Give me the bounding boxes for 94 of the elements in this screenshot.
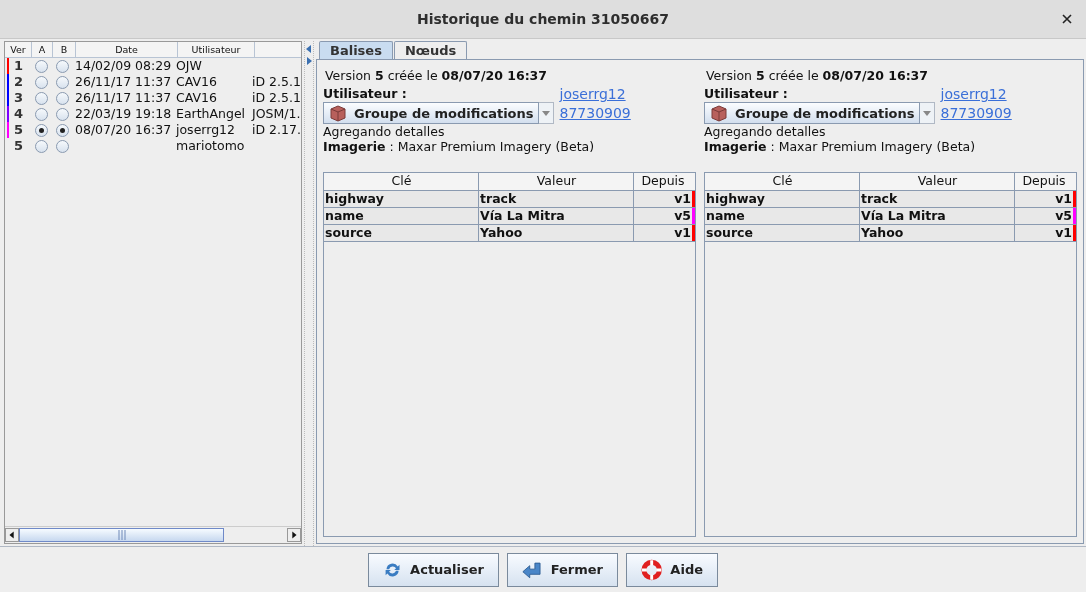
user-name: CAV16 [176, 74, 217, 89]
column-header[interactable] [255, 42, 301, 58]
radio-button[interactable] [34, 139, 48, 153]
column-header[interactable]: Valeur [860, 173, 1015, 190]
radio-button[interactable] [55, 123, 69, 137]
tag-version: v1 [1055, 191, 1072, 206]
client-text: JOSM/1. [252, 106, 301, 121]
column-header[interactable]: Ver [5, 42, 32, 58]
column-header[interactable]: Depuis [1015, 173, 1076, 190]
column-header[interactable]: Valeur [479, 173, 634, 190]
dialog-button[interactable]: Fermer [507, 552, 618, 587]
version-number: 4 [13, 106, 24, 121]
radio-button[interactable] [34, 123, 48, 137]
date-text: 08/07/20 16:37 [75, 122, 172, 137]
user-name: CAV16 [176, 90, 217, 105]
user-label: Utilisateur : [323, 86, 408, 101]
version-number: 5 [13, 122, 24, 137]
tag-key: source [325, 225, 372, 240]
tag-value: track [480, 191, 517, 206]
close-icon[interactable] [1062, 14, 1072, 24]
expand-right-icon[interactable] [306, 57, 312, 65]
radio-button[interactable] [55, 107, 69, 121]
tag-value: Yahoo [480, 225, 523, 240]
tag-key: highway [706, 191, 765, 206]
date-text: 14/02/09 08:29 [75, 58, 172, 73]
radio-button[interactable] [34, 75, 48, 89]
version-number: 1 [13, 58, 24, 73]
imagery-text: Imagerie : Maxar Premium Imagery (Beta) [323, 139, 596, 154]
dialog-button[interactable]: Aide [626, 552, 718, 587]
user-name: EarthAngel [176, 106, 246, 121]
dialog-button[interactable]: Actualiser [368, 552, 499, 587]
collapse-left-icon[interactable] [306, 45, 312, 53]
tag-version: v1 [674, 225, 691, 240]
tag-value: Vía La Mitra [480, 208, 565, 223]
column-header[interactable]: B [53, 42, 76, 58]
column-header[interactable]: A [32, 42, 53, 58]
tag-key: source [706, 225, 753, 240]
imagery-text: Imagerie : Maxar Premium Imagery (Beta) [704, 139, 977, 154]
back-arrow-icon [522, 559, 543, 580]
radio-button[interactable] [55, 75, 69, 89]
user-name: OJW [176, 58, 202, 73]
client-text: iD 2.5.1 [252, 90, 301, 105]
user-name: joserrg12 [176, 122, 235, 137]
radio-button[interactable] [55, 59, 69, 73]
tab[interactable]: Balises [319, 41, 393, 59]
scroll-right-icon[interactable] [287, 528, 301, 542]
radio-button[interactable] [55, 91, 69, 105]
tag-version: v1 [1055, 225, 1072, 240]
tag-key: name [706, 208, 745, 223]
changeset-link[interactable]: 87730909 [940, 105, 1012, 121]
box-icon [328, 104, 348, 122]
client-text: iD 2.5.1 [252, 74, 301, 89]
scroll-thumb[interactable] [19, 528, 224, 542]
tag-value: Vía La Mitra [861, 208, 946, 223]
tag-key: highway [325, 191, 384, 206]
lifebuoy-icon [641, 558, 663, 581]
version-heading: Version 5 créée le 08/07/20 16:37 [324, 68, 549, 85]
tag-version: v5 [674, 208, 691, 223]
changeset-button[interactable]: Groupe de modifications [323, 102, 539, 124]
radio-button[interactable] [34, 91, 48, 105]
user-label: Utilisateur : [704, 86, 789, 101]
version-number: 2 [13, 74, 24, 89]
changeset-comment: Agregando detalles [704, 124, 827, 139]
column-header[interactable]: Utilisateur [178, 42, 255, 58]
radio-button[interactable] [34, 59, 48, 73]
tag-value: Yahoo [861, 225, 904, 240]
radio-button[interactable] [55, 139, 69, 153]
client-text: iD 2.17. [252, 122, 301, 137]
tag-version: v1 [674, 191, 691, 206]
user-link[interactable]: joserrg12 [559, 86, 631, 102]
tab[interactable]: Nœuds [393, 41, 468, 59]
column-header[interactable]: Date [76, 42, 178, 58]
column-header[interactable]: Clé [705, 173, 860, 190]
tag-key: name [325, 208, 364, 223]
version-number: 3 [13, 90, 24, 105]
user-name: mariotomo [176, 138, 245, 153]
date-text: 22/03/19 19:18 [75, 106, 172, 121]
user-link[interactable]: joserrg12 [940, 86, 1012, 102]
column-header[interactable]: Depuis [634, 173, 695, 190]
version-number: 5 [13, 138, 24, 153]
date-text: 26/11/17 11:37 [75, 90, 172, 105]
changeset-comment: Agregando detalles [323, 124, 446, 139]
radio-button[interactable] [34, 107, 48, 121]
changeset-button[interactable]: Groupe de modifications [704, 102, 920, 124]
version-heading: Version 5 créée le 08/07/20 16:37 [705, 68, 930, 85]
column-header[interactable]: Clé [324, 173, 479, 190]
box-icon [709, 104, 729, 122]
changeset-link[interactable]: 87730909 [559, 105, 631, 121]
scroll-left-icon[interactable] [5, 528, 19, 542]
window-title: Historique du chemin 31050667 [417, 11, 669, 27]
horizontal-scrollbar[interactable] [5, 526, 301, 543]
date-text: 26/11/17 11:37 [75, 74, 172, 89]
tag-value: track [861, 191, 898, 206]
tag-version: v5 [1055, 208, 1072, 223]
